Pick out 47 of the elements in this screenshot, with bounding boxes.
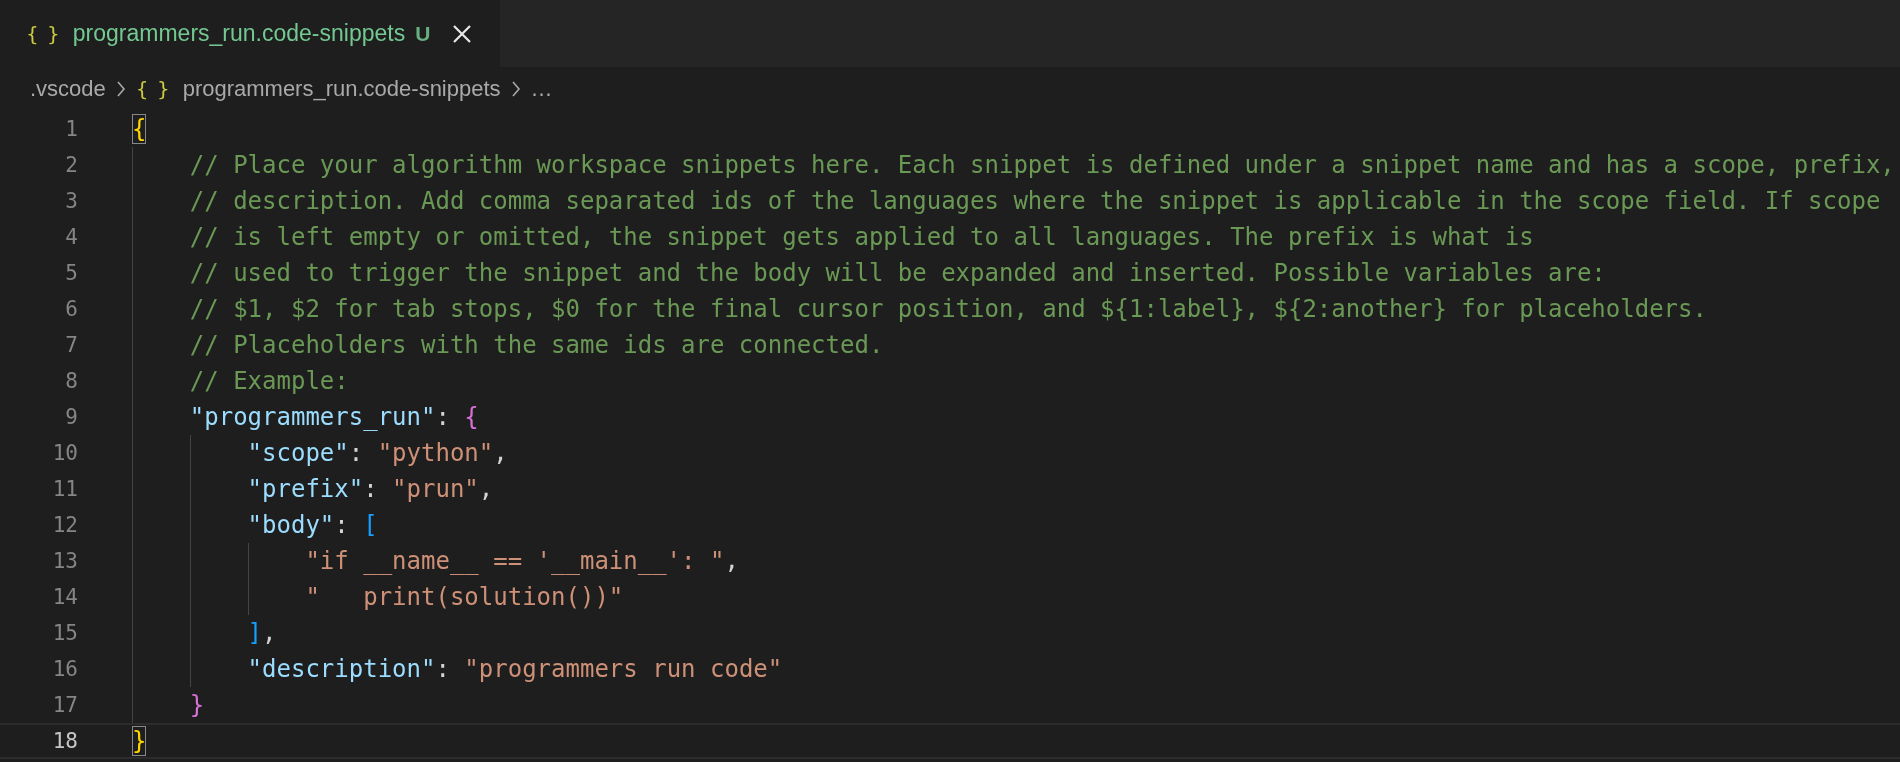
line-number: 1: [64, 117, 78, 141]
json-file-icon: { }: [26, 21, 61, 46]
code-line: {: [132, 113, 147, 146]
line-number: 7: [64, 333, 78, 357]
close-icon: [452, 23, 473, 44]
more-breadcrumb[interactable]: …: [530, 76, 553, 102]
line-number: 12: [51, 513, 78, 537]
line-number: 5: [64, 261, 78, 285]
code-line: // $1, $2 for tab stops, $0 for the final cursor position, and ${1:label}, ${2:another} for placeholders.: [189, 294, 1707, 325]
breadcrumb-item[interactable]: programmers_run.code-snippets: [182, 76, 501, 102]
line-number: 4: [64, 225, 78, 249]
line-number: 11: [51, 477, 78, 501]
line-number: 14: [51, 585, 78, 609]
line-number: 17: [51, 693, 78, 717]
line-number: 3: [64, 189, 78, 213]
code-line: " print(solution())": [305, 582, 624, 613]
code-line: // description. Add comma separated ids of the languages where the snippet is applicable in the scope field. If scope: [189, 186, 1881, 217]
chevron-icon: [115, 80, 126, 98]
code-line: // is left empty or omitted, the snippet gets applied to all languages. The prefix is what is: [189, 222, 1534, 253]
code-line: ],: [247, 618, 277, 649]
code-line: }: [132, 725, 147, 758]
code-line: }: [189, 690, 205, 721]
code-line: "body": [: [247, 510, 378, 541]
line-number: 16: [51, 657, 78, 681]
line-number: 15: [51, 621, 78, 645]
json-file-icon: { }: [135, 77, 171, 101]
tab-label: programmers_run.code-snippets: [72, 20, 406, 47]
code-line: "if __name__ == '__main__': ",: [305, 546, 739, 577]
line-number: 10: [51, 441, 78, 465]
code-line: // used to trigger the snippet and the body will be expanded and inserted. Possible variables are:: [189, 258, 1606, 289]
line-number: 18: [51, 729, 78, 753]
line-number: 8: [64, 369, 78, 393]
code-line: "prefix": "prun",: [247, 474, 494, 505]
line-number: 6: [64, 297, 78, 321]
editor-tab[interactable]: { } programmers_run.code-snippets U: [0, 0, 501, 67]
code-line: "programmers_run": {: [189, 402, 479, 433]
line-number: 9: [64, 405, 78, 429]
code-line: // Example:: [189, 366, 349, 397]
status-letter: U: [415, 21, 431, 46]
code-line: "description": "programmers run code": [247, 654, 783, 685]
line-number: 2: [64, 153, 78, 177]
code-line: // Placeholders with the same ids are connected.: [189, 330, 884, 361]
chevron-icon: [510, 80, 521, 98]
code-line: // Place your algorithm workspace snippets here. Each snippet is defined under a snippet name and has a scope, prefix,: [189, 150, 1895, 181]
code-line: "scope": "python",: [247, 438, 508, 469]
line-number: 13: [51, 549, 78, 573]
breadcrumb-item[interactable]: .vscode: [30, 76, 106, 102]
